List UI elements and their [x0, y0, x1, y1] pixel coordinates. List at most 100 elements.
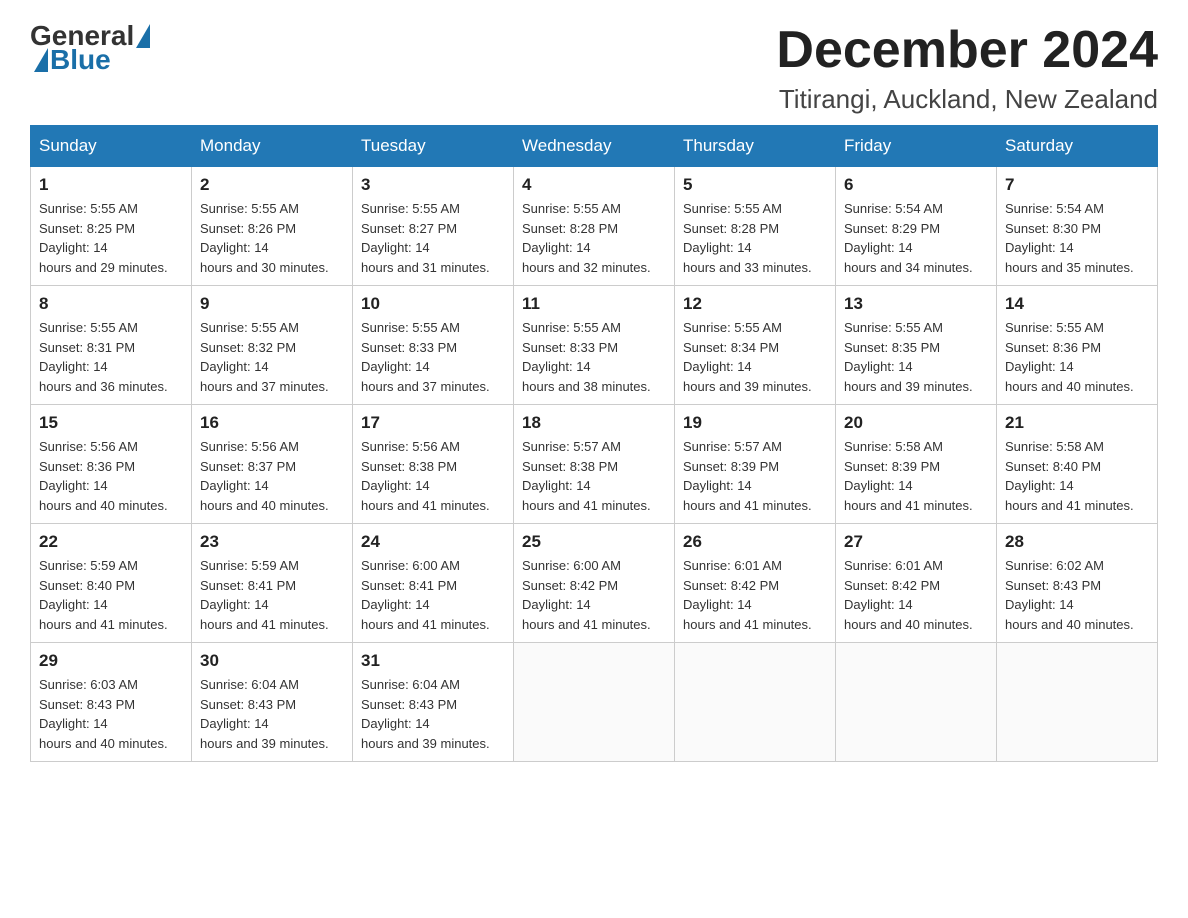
logo-triangle-icon — [136, 24, 150, 48]
day-number: 22 — [39, 532, 183, 552]
day-number: 14 — [1005, 294, 1149, 314]
calendar-week-row: 29 Sunrise: 6:03 AMSunset: 8:43 PMDayligh… — [31, 643, 1158, 762]
calendar-week-row: 8 Sunrise: 5:55 AMSunset: 8:31 PMDaylight… — [31, 286, 1158, 405]
header-saturday: Saturday — [997, 126, 1158, 167]
day-number: 8 — [39, 294, 183, 314]
table-row: 11 Sunrise: 5:55 AMSunset: 8:33 PMDayligh… — [514, 286, 675, 405]
day-info: Sunrise: 6:04 AMSunset: 8:43 PMDaylight:… — [200, 675, 344, 753]
day-info: Sunrise: 5:55 AMSunset: 8:33 PMDaylight:… — [522, 318, 666, 396]
header-monday: Monday — [192, 126, 353, 167]
table-row — [514, 643, 675, 762]
calendar-week-row: 22 Sunrise: 5:59 AMSunset: 8:40 PMDayligh… — [31, 524, 1158, 643]
day-info: Sunrise: 5:55 AMSunset: 8:28 PMDaylight:… — [683, 199, 827, 277]
calendar-header-row: Sunday Monday Tuesday Wednesday Thursday… — [31, 126, 1158, 167]
day-info: Sunrise: 5:58 AMSunset: 8:39 PMDaylight:… — [844, 437, 988, 515]
day-info: Sunrise: 5:56 AMSunset: 8:37 PMDaylight:… — [200, 437, 344, 515]
day-info: Sunrise: 6:02 AMSunset: 8:43 PMDaylight:… — [1005, 556, 1149, 634]
day-number: 18 — [522, 413, 666, 433]
table-row: 1 Sunrise: 5:55 AMSunset: 8:25 PMDaylight… — [31, 167, 192, 286]
day-info: Sunrise: 5:55 AMSunset: 8:27 PMDaylight:… — [361, 199, 505, 277]
day-number: 21 — [1005, 413, 1149, 433]
day-info: Sunrise: 5:55 AMSunset: 8:33 PMDaylight:… — [361, 318, 505, 396]
day-info: Sunrise: 5:55 AMSunset: 8:25 PMDaylight:… — [39, 199, 183, 277]
day-number: 24 — [361, 532, 505, 552]
day-number: 11 — [522, 294, 666, 314]
table-row: 27Sunrise: 6:01 AMSunset: 8:42 PMDayligh… — [836, 524, 997, 643]
day-info: Sunrise: 5:59 AMSunset: 8:40 PMDaylight:… — [39, 556, 183, 634]
table-row: 5 Sunrise: 5:55 AMSunset: 8:28 PMDaylight… — [675, 167, 836, 286]
table-row: 21 Sunrise: 5:58 AMSunset: 8:40 PMDayligh… — [997, 405, 1158, 524]
day-number: 31 — [361, 651, 505, 671]
day-number: 7 — [1005, 175, 1149, 195]
day-number: 17 — [361, 413, 505, 433]
table-row: 24 Sunrise: 6:00 AMSunset: 8:41 PMDayligh… — [353, 524, 514, 643]
day-info: Sunrise: 5:55 AMSunset: 8:31 PMDaylight:… — [39, 318, 183, 396]
day-info: Sunrise: 5:55 AMSunset: 8:32 PMDaylight:… — [200, 318, 344, 396]
day-info: Sunrise: 6:00 AMSunset: 8:42 PMDaylight:… — [522, 556, 666, 634]
table-row: 4Sunrise: 5:55 AMSunset: 8:28 PMDaylight… — [514, 167, 675, 286]
table-row — [836, 643, 997, 762]
day-number: 25 — [522, 532, 666, 552]
table-row: 29 Sunrise: 6:03 AMSunset: 8:43 PMDayligh… — [31, 643, 192, 762]
day-number: 1 — [39, 175, 183, 195]
day-number: 9 — [200, 294, 344, 314]
day-number: 12 — [683, 294, 827, 314]
day-number: 16 — [200, 413, 344, 433]
table-row: 9 Sunrise: 5:55 AMSunset: 8:32 PMDaylight… — [192, 286, 353, 405]
table-row: 31Sunrise: 6:04 AMSunset: 8:43 PMDayligh… — [353, 643, 514, 762]
table-row: 6 Sunrise: 5:54 AMSunset: 8:29 PMDaylight… — [836, 167, 997, 286]
table-row: 2 Sunrise: 5:55 AMSunset: 8:26 PMDaylight… — [192, 167, 353, 286]
day-info: Sunrise: 5:55 AMSunset: 8:36 PMDaylight:… — [1005, 318, 1149, 396]
header-friday: Friday — [836, 126, 997, 167]
page-title: December 2024 — [776, 20, 1158, 80]
day-info: Sunrise: 6:01 AMSunset: 8:42 PMDaylight:… — [683, 556, 827, 634]
day-number: 3 — [361, 175, 505, 195]
day-info: Sunrise: 6:01 AMSunset: 8:42 PMDaylight:… — [844, 556, 988, 634]
table-row: 10 Sunrise: 5:55 AMSunset: 8:33 PMDayligh… — [353, 286, 514, 405]
logo-triangle-icon2 — [34, 48, 48, 72]
day-info: Sunrise: 6:03 AMSunset: 8:43 PMDaylight:… — [39, 675, 183, 753]
day-number: 2 — [200, 175, 344, 195]
day-number: 5 — [683, 175, 827, 195]
day-number: 15 — [39, 413, 183, 433]
table-row: 15 Sunrise: 5:56 AMSunset: 8:36 PMDayligh… — [31, 405, 192, 524]
header-thursday: Thursday — [675, 126, 836, 167]
logo-blue-text: Blue — [50, 44, 111, 76]
table-row — [675, 643, 836, 762]
calendar-week-row: 1 Sunrise: 5:55 AMSunset: 8:25 PMDaylight… — [31, 167, 1158, 286]
table-row: 13 Sunrise: 5:55 AMSunset: 8:35 PMDayligh… — [836, 286, 997, 405]
table-row: 7 Sunrise: 5:54 AMSunset: 8:30 PMDaylight… — [997, 167, 1158, 286]
table-row: 23 Sunrise: 5:59 AMSunset: 8:41 PMDayligh… — [192, 524, 353, 643]
table-row: 8 Sunrise: 5:55 AMSunset: 8:31 PMDaylight… — [31, 286, 192, 405]
day-number: 23 — [200, 532, 344, 552]
day-number: 13 — [844, 294, 988, 314]
day-info: Sunrise: 5:54 AMSunset: 8:30 PMDaylight:… — [1005, 199, 1149, 277]
day-number: 26 — [683, 532, 827, 552]
header-tuesday: Tuesday — [353, 126, 514, 167]
day-info: Sunrise: 6:00 AMSunset: 8:41 PMDaylight:… — [361, 556, 505, 634]
table-row: 26 Sunrise: 6:01 AMSunset: 8:42 PMDayligh… — [675, 524, 836, 643]
day-info: Sunrise: 5:58 AMSunset: 8:40 PMDaylight:… — [1005, 437, 1149, 515]
day-number: 29 — [39, 651, 183, 671]
day-number: 10 — [361, 294, 505, 314]
calendar-table: Sunday Monday Tuesday Wednesday Thursday… — [30, 125, 1158, 762]
page-header: General Blue December 2024 Titirangi, Au… — [30, 20, 1158, 115]
table-row: 19Sunrise: 5:57 AMSunset: 8:39 PMDayligh… — [675, 405, 836, 524]
day-number: 28 — [1005, 532, 1149, 552]
table-row: 12Sunrise: 5:55 AMSunset: 8:34 PMDayligh… — [675, 286, 836, 405]
table-row: 16 Sunrise: 5:56 AMSunset: 8:37 PMDayligh… — [192, 405, 353, 524]
page-subtitle: Titirangi, Auckland, New Zealand — [776, 84, 1158, 115]
header-wednesday: Wednesday — [514, 126, 675, 167]
day-info: Sunrise: 5:55 AMSunset: 8:26 PMDaylight:… — [200, 199, 344, 277]
calendar-week-row: 15 Sunrise: 5:56 AMSunset: 8:36 PMDayligh… — [31, 405, 1158, 524]
day-info: Sunrise: 5:55 AMSunset: 8:35 PMDaylight:… — [844, 318, 988, 396]
day-number: 6 — [844, 175, 988, 195]
day-info: Sunrise: 5:59 AMSunset: 8:41 PMDaylight:… — [200, 556, 344, 634]
day-info: Sunrise: 5:54 AMSunset: 8:29 PMDaylight:… — [844, 199, 988, 277]
day-info: Sunrise: 5:56 AMSunset: 8:36 PMDaylight:… — [39, 437, 183, 515]
day-info: Sunrise: 5:57 AMSunset: 8:39 PMDaylight:… — [683, 437, 827, 515]
table-row: 3 Sunrise: 5:55 AMSunset: 8:27 PMDaylight… — [353, 167, 514, 286]
day-number: 20 — [844, 413, 988, 433]
table-row: 28 Sunrise: 6:02 AMSunset: 8:43 PMDayligh… — [997, 524, 1158, 643]
day-info: Sunrise: 5:57 AMSunset: 8:38 PMDaylight:… — [522, 437, 666, 515]
